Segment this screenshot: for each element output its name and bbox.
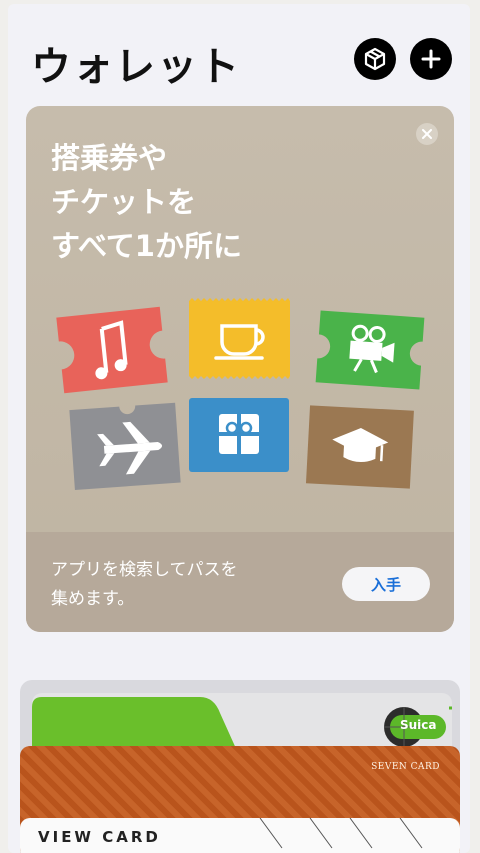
plus-icon (421, 49, 441, 69)
view-card[interactable]: VIEW CARD (20, 818, 460, 853)
package-icon (364, 47, 386, 71)
seven-card-label: SEVEN CARD (371, 762, 440, 772)
suica-logo: Suica (400, 718, 437, 732)
page-title: ウォレット (31, 44, 241, 90)
close-icon (422, 129, 432, 139)
wallet-screen: ウォレット 搭乗券や チケットを すべて1か所に アプリを検索してパスを 集めま… (8, 4, 470, 853)
ticket-illustration (56, 298, 425, 490)
add-pass-button[interactable] (410, 38, 452, 80)
promo-description: アプリを検索してパスを 集めます。 (51, 560, 238, 609)
music-note-icon (56, 306, 168, 394)
view-card-lines (259, 818, 423, 849)
package-button[interactable] (354, 38, 396, 80)
airplane-icon (69, 402, 181, 490)
pass-stack[interactable]: Suica SEVEN CARD VIEW CARD (20, 680, 460, 853)
promo-footer: アプリを検索してパスを 集めます。 入手 (26, 532, 454, 632)
coffee-cup-icon (189, 298, 290, 379)
promo-headline: 搭乗券や チケットを すべて1か所に (51, 141, 242, 263)
get-button[interactable]: 入手 (342, 567, 430, 601)
gift-icon (189, 398, 289, 472)
promo-close-button[interactable] (416, 123, 438, 145)
promo-card: 搭乗券や チケットを すべて1か所に アプリを検索してパスを 集めます。 入手 (26, 106, 454, 632)
graduation-cap-icon (305, 405, 414, 489)
movie-camera-icon (315, 310, 425, 390)
